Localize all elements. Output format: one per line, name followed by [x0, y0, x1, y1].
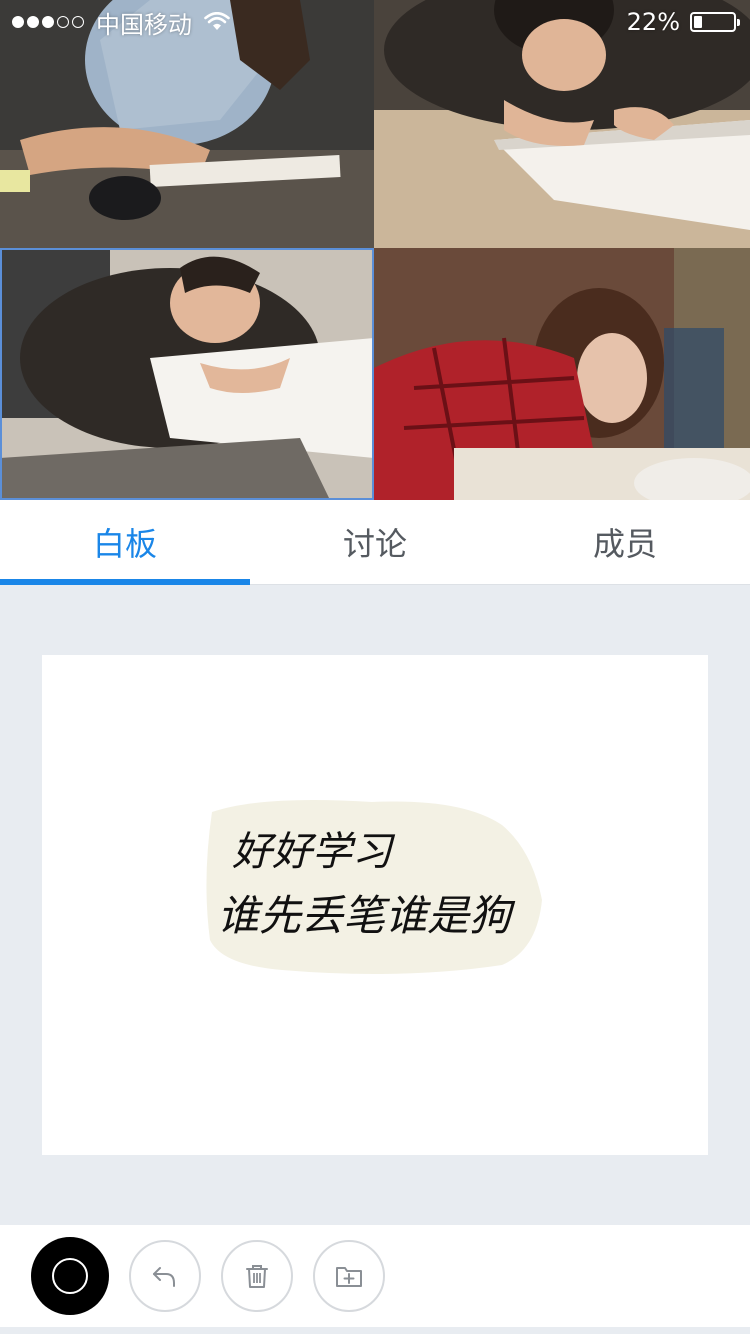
trash-icon — [246, 1265, 268, 1288]
participant-video-3 — [0, 248, 374, 500]
pen-color-button[interactable] — [31, 1237, 109, 1315]
whiteboard-toolbar — [0, 1225, 750, 1327]
add-page-icon — [336, 1267, 362, 1287]
signal-dot — [42, 16, 54, 28]
video-tile-3[interactable] — [0, 248, 374, 500]
battery-level — [694, 16, 703, 28]
signal-dot — [72, 16, 84, 28]
video-tile-4[interactable] — [374, 248, 750, 500]
whiteboard-area: 好好学习 谁先丢笔谁是狗 — [0, 585, 750, 1225]
signal-strength-icon — [12, 16, 84, 28]
undo-button[interactable] — [129, 1240, 201, 1312]
add-page-button[interactable] — [313, 1240, 385, 1312]
status-right: 22% — [626, 8, 740, 36]
wifi-icon — [204, 12, 230, 30]
signal-dot — [27, 16, 39, 28]
handwriting-line-1: 好好学习 — [232, 829, 396, 875]
signal-dot — [57, 16, 69, 28]
battery-percent: 22% — [626, 8, 680, 36]
undo-icon — [153, 1267, 175, 1287]
whiteboard-canvas[interactable]: 好好学习 谁先丢笔谁是狗 — [42, 655, 708, 1155]
handwriting-line-2: 谁先丢笔谁是狗 — [217, 891, 516, 940]
tab-members[interactable]: 成员 — [500, 500, 750, 584]
battery-icon — [690, 12, 740, 32]
carrier-name: 中国移动 — [96, 10, 192, 39]
status-bar: 中国移动 22% — [0, 0, 750, 44]
bottom-strip — [0, 1327, 750, 1334]
tab-bar: 白板 讨论 成员 — [0, 500, 750, 585]
pen-icon — [52, 1258, 88, 1294]
app-screen: 中国移动 22% 白板 讨论 成员 好好学习 谁先丢笔谁是狗 — [0, 0, 750, 1334]
signal-dot — [12, 16, 24, 28]
status-left: 中国移动 — [12, 5, 230, 40]
tab-discussion[interactable]: 讨论 — [250, 500, 500, 584]
clear-button[interactable] — [221, 1240, 293, 1312]
video-grid — [0, 0, 750, 500]
handwriting-image: 好好学习 谁先丢笔谁是狗 — [206, 799, 542, 974]
participant-video-4 — [374, 248, 750, 500]
tab-whiteboard[interactable]: 白板 — [0, 500, 250, 585]
